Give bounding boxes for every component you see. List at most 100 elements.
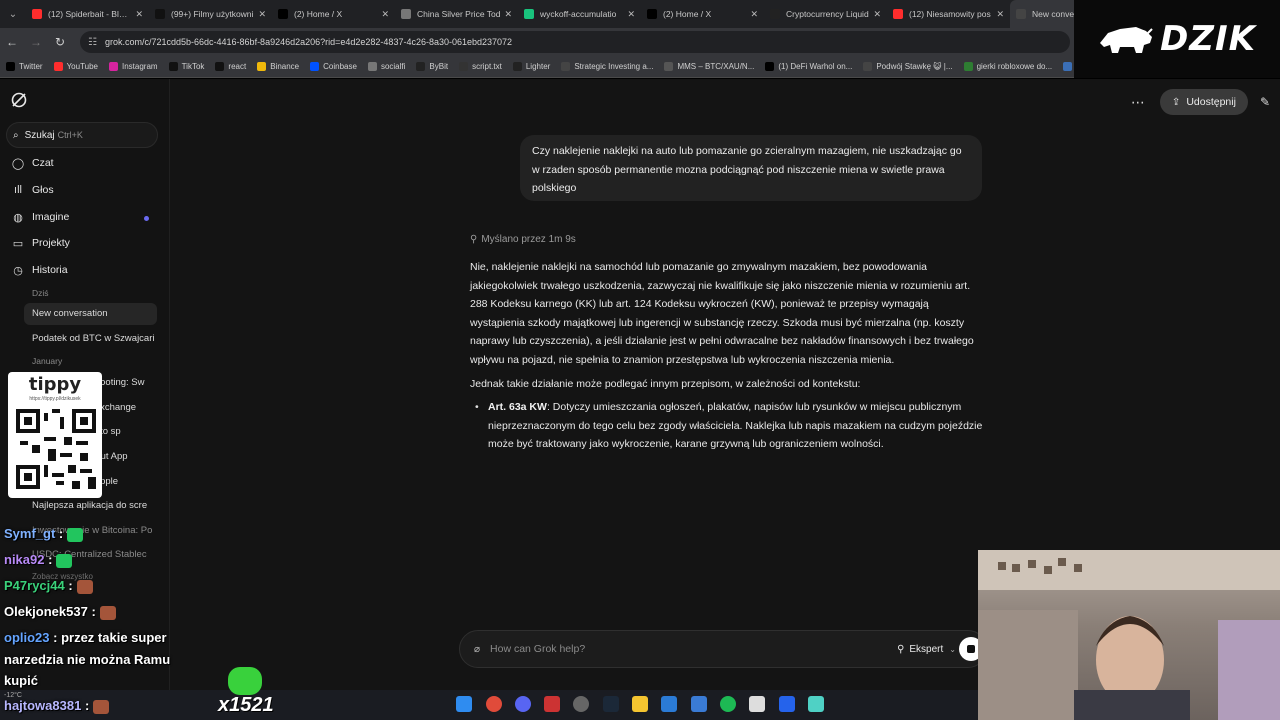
app-icon[interactable] bbox=[573, 696, 589, 712]
chat-message: nika92 : bbox=[4, 552, 73, 568]
share-icon: ⇪ bbox=[1171, 96, 1181, 108]
chat-text: : bbox=[91, 604, 96, 619]
tab-title: wyckoff-accumulatio bbox=[540, 9, 617, 19]
chat-icon: ◯ bbox=[11, 157, 25, 170]
webcam-person-image bbox=[978, 550, 1280, 720]
bookmark-item[interactable]: YouTube bbox=[53, 62, 98, 71]
tab-search-icon[interactable]: ⌄ bbox=[0, 0, 26, 28]
history-item[interactable]: Najlepsza aplikacja do scre bbox=[32, 500, 154, 511]
close-tab-icon[interactable]: ✕ bbox=[750, 9, 758, 20]
bookmark-item[interactable]: Instagram bbox=[109, 62, 158, 71]
share-button[interactable]: ⇪ Udostępnij bbox=[1159, 89, 1248, 115]
history-item[interactable]: Podatek od BTC w Szwajcarii bbox=[32, 333, 154, 344]
close-tab-icon[interactable]: ✕ bbox=[627, 9, 635, 20]
message-composer[interactable]: ⌀ How can Grok help? ⚲ Ekspert ⌄ bbox=[459, 630, 987, 668]
close-tab-icon[interactable]: ✕ bbox=[873, 9, 881, 20]
tab-list: (12) Spiderbait - Black ✕ (99+) Filmy użyt… bbox=[26, 0, 1133, 28]
app-icon[interactable] bbox=[691, 696, 707, 712]
bookmark-item[interactable]: ByBit bbox=[416, 62, 448, 71]
bookmark-item[interactable]: Twitter bbox=[6, 62, 43, 71]
search-button[interactable]: ⌕ Szukaj Ctrl+K bbox=[6, 122, 158, 148]
bookmark-item[interactable]: TikTok bbox=[168, 62, 205, 71]
composer-placeholder[interactable]: How can Grok help? bbox=[490, 643, 897, 655]
emote-icon bbox=[93, 699, 110, 714]
new-chat-edit-icon[interactable]: ✎ bbox=[1260, 95, 1270, 109]
bookmark-item[interactable]: (1) DeFi Warhol on... bbox=[765, 62, 852, 71]
site-info-icon[interactable]: ☷ bbox=[88, 37, 97, 48]
close-tab-icon[interactable]: ✕ bbox=[504, 9, 512, 20]
spotify-icon[interactable] bbox=[720, 696, 736, 712]
x-icon bbox=[278, 9, 288, 19]
close-tab-icon[interactable]: ✕ bbox=[381, 9, 389, 20]
steam-icon[interactable] bbox=[603, 696, 619, 712]
thinking-status[interactable]: ⚲ Myślano przez 1m 9s bbox=[470, 234, 576, 245]
chat-message-continued: kupić bbox=[4, 673, 38, 688]
browser-tab[interactable]: China Silver Price Tod ✕ bbox=[395, 0, 518, 28]
bookmark-item[interactable]: Lighter bbox=[512, 62, 550, 71]
forward-icon[interactable]: → bbox=[24, 35, 48, 49]
nav-voice[interactable]: ıll Głos bbox=[12, 184, 54, 196]
bookmark-item[interactable]: MMS – BTC/XAU/N... bbox=[664, 62, 754, 71]
bookmark-label: Binance bbox=[270, 62, 300, 71]
mode-selector[interactable]: ⚲ Ekspert ⌄ bbox=[897, 644, 956, 655]
back-icon[interactable]: ← bbox=[0, 35, 24, 49]
nav-projects[interactable]: ▭ Projekty bbox=[12, 237, 70, 250]
browser-tab[interactable]: (12) Niesamowity pos ✕ bbox=[887, 0, 1010, 28]
close-tab-icon[interactable]: ✕ bbox=[996, 9, 1004, 20]
close-tab-icon[interactable]: ✕ bbox=[258, 9, 266, 20]
bookmark-favicon-icon bbox=[257, 62, 267, 71]
weather-widget[interactable]: -12°C bbox=[4, 692, 22, 699]
nav-projects-label: Projekty bbox=[32, 237, 70, 249]
emote-icon bbox=[76, 579, 93, 594]
grok-logo-icon[interactable] bbox=[10, 91, 28, 109]
nav-history[interactable]: ◷ Historia bbox=[12, 264, 67, 277]
chat-message: P47rycj44 : bbox=[4, 578, 93, 594]
bookmark-item[interactable]: script.txt bbox=[459, 62, 502, 71]
folder-icon: ▭ bbox=[12, 237, 24, 250]
file-explorer-icon[interactable] bbox=[632, 696, 648, 712]
bookmark-label: TikTok bbox=[181, 62, 205, 71]
boar-icon bbox=[1100, 27, 1153, 53]
reload-icon[interactable]: ↻ bbox=[48, 35, 72, 49]
tab-title: (12) Niesamowity pos bbox=[909, 9, 991, 19]
chrome-icon[interactable] bbox=[486, 696, 502, 712]
windows-start-icon[interactable] bbox=[456, 696, 472, 712]
bookmark-item[interactable]: react bbox=[215, 62, 246, 71]
tab-title: (12) Spiderbait - Black bbox=[48, 9, 132, 19]
browser-tab[interactable]: (2) Home / X ✕ bbox=[641, 0, 764, 28]
browser-tab[interactable]: Cryptocurrency Liquid ✕ bbox=[764, 0, 887, 28]
nav-imagine[interactable]: ◍ Imagine bbox=[12, 211, 69, 224]
bookmark-item[interactable]: Coinbase bbox=[310, 62, 357, 71]
browser-tab[interactable]: (2) Home / X ✕ bbox=[272, 0, 395, 28]
bookmark-item[interactable]: socialfi bbox=[367, 62, 405, 71]
tab-title: (99+) Filmy użytkowni bbox=[171, 9, 254, 19]
browser-tab[interactable]: (99+) Filmy użytkowni ✕ bbox=[149, 0, 272, 28]
header-actions: ⋯ ⇪ Udostępnij ✎ bbox=[1131, 89, 1270, 115]
url-bar[interactable]: ☷ grok.com/c/721cdd5b-66dc-4416-86bf-8a9… bbox=[80, 31, 1070, 53]
bookmark-item[interactable]: gierki robloxowe do... bbox=[963, 62, 1052, 71]
tiktok-icon bbox=[155, 9, 165, 19]
browser-tab[interactable]: wyckoff-accumulatio ✕ bbox=[518, 0, 641, 28]
attach-icon[interactable]: ⌀ bbox=[474, 644, 480, 655]
answer-paragraph: Nie, naklejenie naklejki na samochód lub… bbox=[470, 261, 974, 366]
app-icon[interactable] bbox=[544, 696, 560, 712]
close-tab-icon[interactable]: ✕ bbox=[135, 9, 143, 20]
history-item[interactable]: New conversation bbox=[32, 308, 154, 319]
bookmark-favicon-icon bbox=[765, 62, 775, 71]
bookmark-item[interactable]: Strategic Investing a... bbox=[561, 62, 653, 71]
app-icon[interactable] bbox=[779, 696, 795, 712]
app-icon[interactable] bbox=[661, 696, 677, 712]
chat-message: hajtowa8381 : bbox=[4, 698, 110, 714]
browser-tab[interactable]: (12) Spiderbait - Black ✕ bbox=[26, 0, 149, 28]
bookmark-item[interactable]: Podwój Stawkę 😺 |... bbox=[863, 62, 953, 71]
nav-chat[interactable]: ◯ Czat bbox=[11, 157, 54, 170]
more-options-icon[interactable]: ⋯ bbox=[1131, 94, 1146, 111]
bookmark-label: YouTube bbox=[66, 62, 98, 71]
notepad-icon[interactable] bbox=[808, 696, 824, 712]
discord-icon[interactable] bbox=[515, 696, 531, 712]
gmail-icon bbox=[401, 9, 411, 19]
app-icon[interactable] bbox=[749, 696, 765, 712]
bookmark-favicon-icon bbox=[6, 62, 15, 71]
bookmark-item[interactable]: Binance bbox=[257, 62, 299, 71]
chat-user: Symf_gt bbox=[4, 526, 56, 541]
